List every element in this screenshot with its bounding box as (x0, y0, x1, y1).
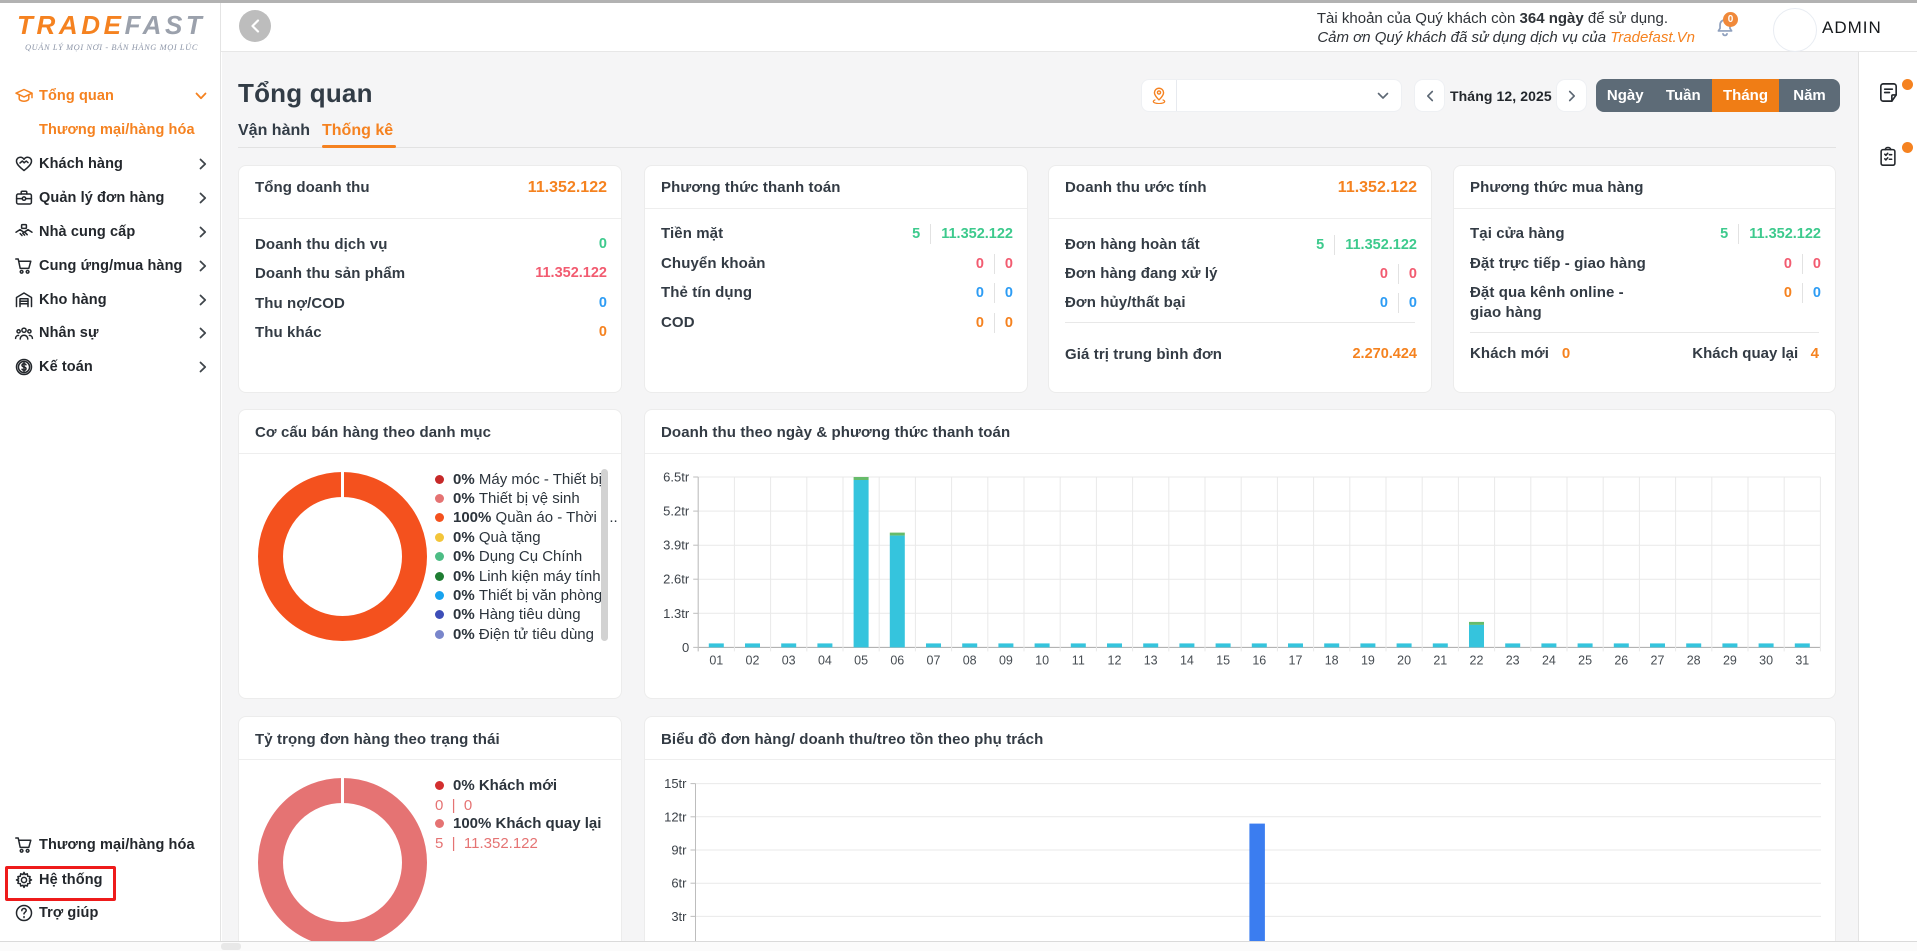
svg-text:02: 02 (746, 653, 760, 667)
svg-text:5.2tr: 5.2tr (663, 504, 690, 519)
svg-text:6.5tr: 6.5tr (663, 470, 690, 485)
svg-text:31: 31 (1795, 653, 1809, 667)
svg-text:09: 09 (999, 653, 1013, 667)
svg-text:9tr: 9tr (671, 843, 687, 858)
svg-text:05: 05 (854, 653, 868, 667)
svg-text:16: 16 (1252, 653, 1266, 667)
svg-text:24: 24 (1542, 653, 1556, 667)
svg-text:2.6tr: 2.6tr (663, 572, 690, 587)
svg-text:30: 30 (1759, 653, 1773, 667)
svg-text:3tr: 3tr (671, 909, 687, 924)
svg-text:23: 23 (1506, 653, 1520, 667)
svg-text:15tr: 15tr (664, 776, 687, 791)
svg-text:19: 19 (1361, 653, 1375, 667)
svg-text:08: 08 (963, 653, 977, 667)
svg-text:18: 18 (1325, 653, 1339, 667)
svg-text:01: 01 (709, 653, 723, 667)
svg-text:07: 07 (927, 653, 941, 667)
svg-text:03: 03 (782, 653, 796, 667)
svg-text:20: 20 (1397, 653, 1411, 667)
svg-text:25: 25 (1578, 653, 1592, 667)
svg-text:6tr: 6tr (671, 876, 687, 891)
svg-text:12tr: 12tr (664, 809, 687, 824)
svg-text:26: 26 (1614, 653, 1628, 667)
svg-text:22: 22 (1470, 653, 1484, 667)
svg-text:11: 11 (1072, 653, 1085, 667)
svg-text:0: 0 (682, 640, 689, 655)
svg-text:15: 15 (1216, 653, 1230, 667)
svg-text:28: 28 (1687, 653, 1701, 667)
svg-text:04: 04 (818, 653, 832, 667)
svg-text:3.9tr: 3.9tr (663, 538, 690, 553)
svg-text:27: 27 (1651, 653, 1665, 667)
svg-text:14: 14 (1180, 653, 1194, 667)
svg-text:13: 13 (1144, 653, 1158, 667)
svg-text:29: 29 (1723, 653, 1737, 667)
svg-text:10: 10 (1035, 653, 1049, 667)
svg-text:17: 17 (1289, 653, 1303, 667)
svg-text:06: 06 (890, 653, 904, 667)
svg-text:1.3tr: 1.3tr (663, 606, 690, 621)
svg-text:21: 21 (1433, 653, 1447, 667)
svg-text:12: 12 (1108, 653, 1122, 667)
